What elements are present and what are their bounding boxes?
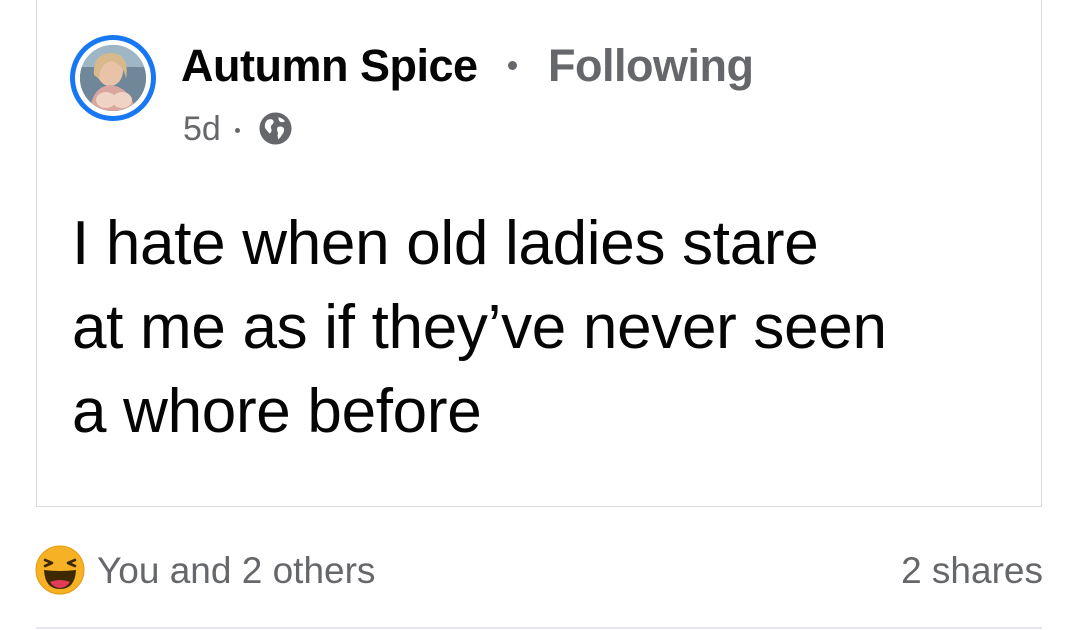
post-text-line: at me as if they’ve never seen [72,293,887,362]
shares-count[interactable]: 2 shares [901,549,1043,593]
post-timestamp[interactable]: 5d [183,109,221,149]
avatar[interactable] [80,45,146,111]
divider [36,627,1042,629]
post-text-line: I hate when old ladies stare [72,209,819,278]
post-body-text: I hate when old ladies stare at me as if… [72,202,1032,454]
meta-separator-dot [235,128,240,133]
author-name[interactable]: Autumn Spice [181,39,478,93]
separator-dot [508,61,517,70]
globe-icon[interactable] [258,111,293,146]
following-button[interactable]: Following [548,39,754,93]
avatar-story-ring[interactable] [70,35,156,121]
post-text-line: a whore before [72,377,482,446]
post-screen: Autumn Spice Following 5d I hate when ol… [0,0,1080,630]
haha-emoji-icon[interactable] [35,545,85,595]
reactions-summary[interactable]: You and 2 others [97,549,375,593]
